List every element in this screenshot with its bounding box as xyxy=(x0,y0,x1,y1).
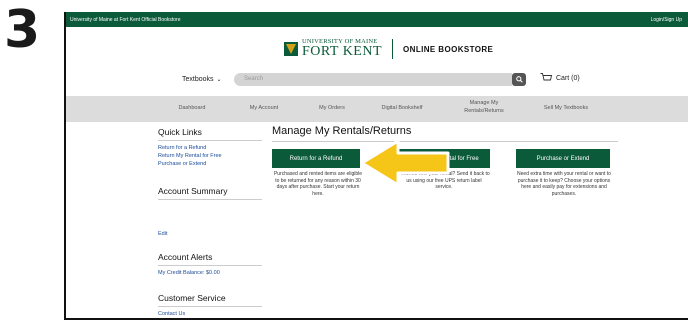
university-logo-icon xyxy=(284,42,298,56)
nav-my-orders[interactable]: My Orders xyxy=(302,104,362,112)
nav-my-account[interactable]: My Account xyxy=(234,104,294,112)
site-name: University of Maine at Fort Kent Officia… xyxy=(70,16,181,23)
search-button[interactable] xyxy=(512,73,526,86)
quick-links-heading: Quick Links xyxy=(158,127,262,141)
sidebar-link-purchase-extend[interactable]: Purchase or Extend xyxy=(158,160,262,168)
university-line2: FORT KENT xyxy=(302,44,383,60)
purchase-or-extend-desc: Need extra time with your rental or want… xyxy=(517,171,611,197)
brand-header[interactable]: UNIVERSITY OF MAINE FORT KENT ONLINE BOO… xyxy=(284,36,493,62)
account-summary-section: Account Summary xyxy=(158,186,262,203)
cart-icon xyxy=(540,73,552,81)
chevron-down-icon: ⌄ xyxy=(216,77,222,83)
nav-dashboard[interactable]: Dashboard xyxy=(162,104,222,112)
university-name: UNIVERSITY OF MAINE FORT KENT xyxy=(302,38,383,60)
main-navigation: Dashboard My Account My Orders Digital B… xyxy=(66,96,688,122)
login-signup-link[interactable]: Login/Sign Up xyxy=(651,17,682,23)
contact-us-link[interactable]: Contact Us xyxy=(158,310,262,318)
return-for-refund-button[interactable]: Return for a Refund xyxy=(272,149,360,168)
purchase-or-extend-button[interactable]: Purchase or Extend xyxy=(516,149,610,168)
brand-divider xyxy=(392,39,394,59)
customer-service-section: Customer Service Contact Us xyxy=(158,293,262,318)
step-number: 3 xyxy=(4,0,41,60)
edit-link[interactable]: Edit xyxy=(158,230,262,238)
return-for-refund-desc: Purchased and rented items are eligible … xyxy=(273,171,363,197)
textbooks-dropdown[interactable]: Textbooks ⌄ xyxy=(182,76,222,83)
sidebar-link-return-rental[interactable]: Return My Rental for Free xyxy=(158,152,262,160)
browser-screenshot-frame: University of Maine at Fort Kent Officia… xyxy=(64,12,688,320)
search-row: Textbooks ⌄ Search Cart (0) xyxy=(66,73,688,89)
pointer-arrow-icon xyxy=(360,139,450,187)
customer-service-heading: Customer Service xyxy=(158,293,262,307)
edit-link-wrap: Edit xyxy=(158,230,262,238)
search-icon xyxy=(515,76,523,83)
sidebar-link-return-refund[interactable]: Return for a Refund xyxy=(158,144,262,152)
account-alerts-heading: Account Alerts xyxy=(158,252,262,266)
account-alerts-section: Account Alerts My Credit Balance: $0.00 xyxy=(158,252,262,277)
cart-button[interactable]: Cart (0) xyxy=(540,73,580,83)
quick-links-section: Quick Links Return for a Refund Return M… xyxy=(158,127,262,168)
search-input[interactable]: Search xyxy=(234,73,512,86)
account-summary-heading: Account Summary xyxy=(158,186,262,200)
nav-manage-rentals-returns[interactable]: Manage My Rentals/Returns xyxy=(454,99,514,115)
textbooks-label: Textbooks xyxy=(182,76,214,83)
cart-label: Cart (0) xyxy=(556,74,580,82)
online-bookstore-label: ONLINE BOOKSTORE xyxy=(403,44,494,54)
nav-sell-my-textbooks[interactable]: Sell My Textbooks xyxy=(530,104,602,112)
top-bar: University of Maine at Fort Kent Officia… xyxy=(66,12,688,27)
nav-digital-bookshelf[interactable]: Digital Bookshelf xyxy=(366,104,438,112)
credit-balance-link[interactable]: My Credit Balance: $0.00 xyxy=(158,269,262,277)
